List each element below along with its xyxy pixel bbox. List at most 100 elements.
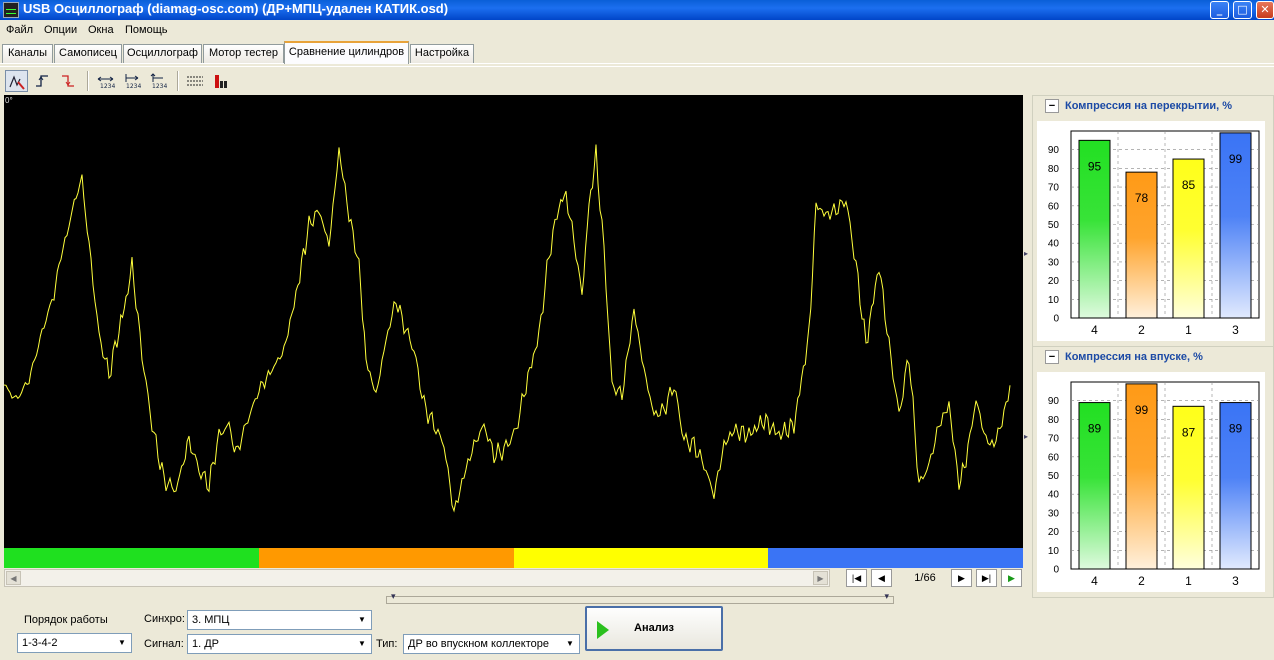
first-page-icon[interactable]: |◀: [846, 569, 867, 587]
sensor-type-select[interactable]: ДР во впускном коллекторе ▼: [403, 634, 580, 654]
scroll-right-arrow-icon[interactable]: ▶: [813, 571, 828, 585]
signal-label: Сигнал:: [144, 638, 184, 650]
sync-select[interactable]: 3. МПЦ ▼: [187, 610, 372, 630]
cylinder-segment-4: [768, 548, 1023, 568]
y-tick-label: 90: [1048, 145, 1060, 156]
y-tick-label: 30: [1048, 508, 1060, 519]
analysis-controls: Порядок работы 1-3-4-2 ▼ Синхро: 3. МПЦ ▼ …: [0, 600, 1274, 660]
next-page-icon[interactable]: ▶: [951, 569, 972, 587]
play-icon[interactable]: ▶: [1001, 569, 1022, 587]
splitter-arrow-icon[interactable]: ▸: [1024, 250, 1030, 258]
menu-windows[interactable]: Окна: [88, 24, 114, 36]
intake-chart-title: − Компрессия на впуске, %: [1045, 350, 1209, 366]
bar-value-label: 89: [1088, 422, 1102, 436]
cylinder-segment-2: [258, 548, 514, 568]
waveform-display[interactable]: 0°: [3, 95, 1023, 548]
category-label: 3: [1232, 574, 1239, 588]
bar-value-label: 87: [1182, 425, 1196, 439]
title-bar: USB Осциллограф (diamag-osc.com) (ДР+МПЦ…: [0, 0, 1274, 20]
menu-help[interactable]: Помощь: [125, 24, 168, 36]
firing-order-select[interactable]: 1-3-4-2 ▼: [17, 633, 132, 653]
intake-compression-chart: 0 10 20 30 40 50 60 70 80 90 89 4 99 2 87 1 89 3: [1037, 372, 1265, 592]
compression-panel: − Компрессия на перекрытии, % 0 10 20 30 40 50…: [1032, 95, 1274, 598]
y-tick-label: 10: [1048, 546, 1060, 557]
svg-text:1234: 1234: [152, 83, 167, 90]
page-counter: 1/66: [914, 572, 936, 584]
category-label: 2: [1138, 323, 1145, 337]
tab-motor-tester[interactable]: Мотор тестер: [203, 44, 284, 63]
y-tick-label: 30: [1048, 257, 1060, 268]
firing-order-label: Порядок работы: [24, 614, 108, 626]
last-page-icon[interactable]: ▶|: [976, 569, 997, 587]
bar-value-label: 95: [1088, 159, 1102, 173]
svg-text:1234: 1234: [126, 83, 141, 90]
y-tick-label: 70: [1048, 434, 1060, 445]
prev-page-icon[interactable]: ◀: [871, 569, 892, 587]
toolbar-separator: [177, 71, 179, 91]
angle-label: 0°: [5, 96, 13, 105]
category-label: 4: [1091, 574, 1098, 588]
menu-options[interactable]: Опции: [44, 24, 77, 36]
type-label: Тип:: [376, 638, 398, 650]
pressure-waveform: [3, 144, 1011, 513]
toolbar: 1234 1234 1234: [0, 66, 1274, 94]
tab-recorder[interactable]: Самописец: [54, 44, 122, 63]
tab-settings[interactable]: Настройка: [410, 44, 474, 63]
tab-cylinder-comparison[interactable]: Сравнение цилиндров: [284, 41, 409, 64]
span-1234-icon[interactable]: 1234: [95, 70, 118, 92]
analyze-button[interactable]: Анализ: [585, 606, 723, 651]
overlap-compression-group: − Компрессия на перекрытии, % 0 10 20 30 40 50…: [1032, 95, 1274, 347]
shift-1234-icon[interactable]: 1234: [121, 70, 144, 92]
rising-edge-icon[interactable]: [31, 70, 54, 92]
y-tick-label: 0: [1053, 314, 1059, 325]
y-tick-label: 70: [1048, 183, 1060, 194]
bar-value-label: 78: [1135, 191, 1149, 205]
minimize-button[interactable]: _: [1210, 1, 1229, 19]
tab-channels[interactable]: Каналы: [2, 44, 53, 63]
y-tick-label: 50: [1048, 220, 1060, 231]
intake-compression-group: − Компрессия на впуске, % 0 10 20 30 40 50 60 70…: [1032, 346, 1274, 598]
collapse-icon[interactable]: −: [1045, 350, 1059, 364]
cylinder-segment-3: [513, 548, 769, 568]
chevron-down-icon: ▼: [566, 639, 574, 648]
tab-oscilloscope[interactable]: Осциллограф: [123, 44, 202, 63]
chevron-down-icon: ▼: [358, 639, 366, 648]
y-tick-label: 60: [1048, 201, 1060, 212]
collapse-icon[interactable]: −: [1045, 99, 1059, 113]
y-tick-label: 10: [1048, 295, 1060, 306]
cylinder-color-bar: [4, 548, 1023, 568]
horizontal-scrollbar[interactable]: ◀ ▶: [4, 569, 830, 587]
y-tick-label: 80: [1048, 415, 1060, 426]
menu-file[interactable]: Файл: [6, 24, 33, 36]
toolbar-separator: [87, 71, 89, 91]
svg-text:1234: 1234: [100, 83, 115, 90]
y-tick-label: 0: [1053, 565, 1059, 576]
y-tick-label: 20: [1048, 527, 1060, 538]
marker-1234-icon[interactable]: 1234: [147, 70, 170, 92]
close-button[interactable]: ✕: [1256, 1, 1274, 19]
bar-chart-icon[interactable]: [210, 70, 233, 92]
category-label: 1: [1185, 323, 1192, 337]
chevron-down-icon: ▼: [118, 638, 126, 647]
category-label: 1: [1185, 574, 1192, 588]
cursor-wave-icon[interactable]: [5, 70, 28, 92]
y-tick-label: 80: [1048, 164, 1060, 175]
y-tick-label: 90: [1048, 396, 1060, 407]
oscilloscope-app-icon: [3, 2, 19, 18]
scroll-left-arrow-icon[interactable]: ◀: [6, 571, 21, 585]
overlap-compression-chart: 0 10 20 30 40 50 60 70 80 90 95 4 78 2 85 1 99 3: [1037, 121, 1265, 341]
grid-lines-icon[interactable]: [184, 70, 207, 92]
y-tick-label: 20: [1048, 276, 1060, 287]
splitter-arrow-icon[interactable]: ▸: [1024, 433, 1030, 441]
falling-edge-icon[interactable]: [57, 70, 80, 92]
bar-value-label: 99: [1135, 403, 1149, 417]
category-label: 2: [1138, 574, 1145, 588]
signal-select[interactable]: 1. ДР ▼: [187, 634, 372, 654]
y-tick-label: 50: [1048, 471, 1060, 482]
navigation-row: ◀ ▶ |◀ ◀ 1/66 ▶ ▶| ▶: [4, 569, 1023, 587]
y-tick-label: 40: [1048, 490, 1060, 501]
tab-strip: Каналы Самописец Осциллограф Мотор тесте…: [0, 40, 1274, 64]
maximize-button[interactable]: □: [1233, 1, 1252, 19]
category-label: 3: [1232, 323, 1239, 337]
bar-value-label: 99: [1229, 152, 1243, 166]
